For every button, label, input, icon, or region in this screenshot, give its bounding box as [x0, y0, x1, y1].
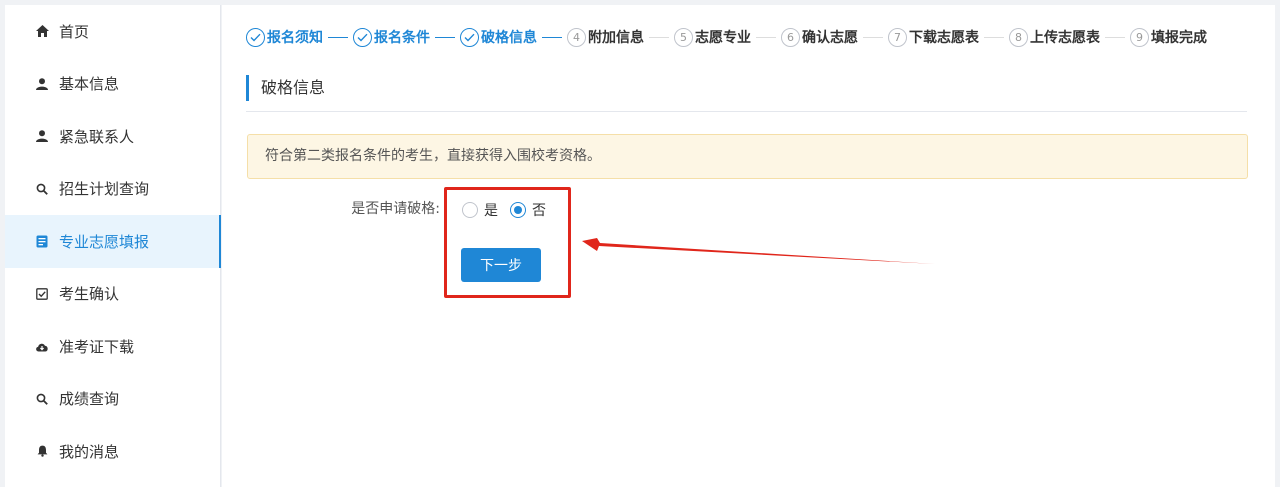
step-label: 附加信息 — [588, 30, 644, 46]
search-icon — [35, 392, 49, 406]
step-connector — [863, 36, 883, 38]
sidebar-item-label: 首页 — [59, 22, 90, 41]
step-8: 8 上传志愿表 — [1009, 27, 1100, 47]
sidebar-item-admission-ticket[interactable]: 准考证下载 — [5, 320, 220, 373]
step-7: 7 下载志愿表 — [888, 27, 979, 47]
notice-banner: 符合第二类报名条件的考生，直接获得入围校考资格。 — [247, 134, 1248, 179]
bell-icon — [35, 444, 49, 458]
sidebar-item-label: 专业志愿填报 — [59, 232, 150, 251]
check-circle-icon — [353, 27, 372, 47]
sidebar-item-basic-info[interactable]: 基本信息 — [5, 58, 220, 111]
radio-no[interactable] — [510, 202, 526, 218]
user-icon — [35, 129, 49, 143]
step-2: 报名条件 — [353, 27, 430, 47]
sidebar-item-label: 准考证下载 — [59, 337, 135, 356]
step-number: 8 — [1009, 27, 1028, 47]
step-connector — [542, 36, 562, 38]
step-number: 5 — [674, 27, 693, 47]
radio-option-yes[interactable]: 是 — [462, 200, 498, 220]
radio-yes[interactable] — [462, 202, 478, 218]
step-connector — [328, 36, 348, 38]
next-step-button[interactable]: 下一步 — [461, 248, 541, 282]
step-connector — [435, 36, 455, 38]
sidebar-item-score-query[interactable]: 成绩查询 — [5, 373, 220, 426]
step-label: 志愿专业 — [695, 30, 751, 46]
user-icon — [35, 77, 49, 91]
step-label: 上传志愿表 — [1030, 30, 1100, 46]
sidebar-item-label: 考生确认 — [59, 285, 120, 304]
step-connector — [1105, 36, 1125, 38]
step-progress: 报名须知 报名条件 破格信息 4 附加信息 5 志愿专业 6 确认志愿 7 下载… — [246, 27, 1207, 47]
radio-label-no: 否 — [532, 203, 546, 219]
cloud-download-icon — [35, 339, 49, 353]
section-divider — [246, 111, 1247, 112]
step-number: 4 — [567, 27, 586, 47]
exception-apply-label: 是否申请破格: — [351, 201, 440, 217]
radio-label-yes: 是 — [484, 203, 498, 219]
step-label: 报名须知 — [267, 30, 323, 46]
home-icon — [35, 24, 49, 38]
sidebar-item-label: 招生计划查询 — [59, 180, 150, 199]
step-label: 破格信息 — [481, 30, 537, 46]
step-connector — [984, 36, 1004, 38]
step-number: 7 — [888, 27, 907, 47]
step-connector — [649, 36, 669, 38]
step-label: 填报完成 — [1151, 30, 1207, 46]
section-title: 破格信息 — [246, 75, 325, 101]
sidebar-item-messages[interactable]: 我的消息 — [5, 425, 220, 478]
radio-option-no[interactable]: 否 — [510, 200, 546, 220]
step-label: 下载志愿表 — [909, 30, 979, 46]
sidebar-item-label: 紧急联系人 — [59, 127, 135, 146]
step-4: 4 附加信息 — [567, 27, 644, 47]
sidebar-item-label: 基本信息 — [59, 75, 120, 94]
main-content: 报名须知 报名条件 破格信息 4 附加信息 5 志愿专业 6 确认志愿 7 下载… — [222, 5, 1275, 487]
step-number: 9 — [1130, 27, 1149, 47]
step-3: 破格信息 — [460, 27, 537, 47]
step-1: 报名须知 — [246, 27, 323, 47]
sidebar-item-label: 成绩查询 — [59, 390, 120, 409]
sidebar-item-enrollment-plan[interactable]: 招生计划查询 — [5, 163, 220, 216]
step-connector — [756, 36, 776, 38]
checkbox-icon — [35, 287, 49, 301]
step-label: 确认志愿 — [802, 30, 858, 46]
search-icon — [35, 182, 49, 196]
step-6: 6 确认志愿 — [781, 27, 858, 47]
sidebar-item-major-application[interactable]: 专业志愿填报 — [5, 215, 221, 268]
step-label: 报名条件 — [374, 30, 430, 46]
check-circle-icon — [246, 27, 265, 47]
step-5: 5 志愿专业 — [674, 27, 751, 47]
sidebar-item-emergency-contact[interactable]: 紧急联系人 — [5, 110, 220, 163]
sidebar: 首页 基本信息 紧急联系人 招生计划查询 专业志愿填报 考生确认 准考证下载 成… — [5, 5, 221, 487]
step-9: 9 填报完成 — [1130, 27, 1207, 47]
sidebar-item-label: 我的消息 — [59, 442, 120, 461]
check-circle-icon — [460, 27, 479, 47]
step-number: 6 — [781, 27, 800, 47]
sidebar-item-candidate-confirm[interactable]: 考生确认 — [5, 268, 220, 321]
document-icon — [35, 234, 49, 248]
sidebar-item-home[interactable]: 首页 — [5, 5, 220, 58]
